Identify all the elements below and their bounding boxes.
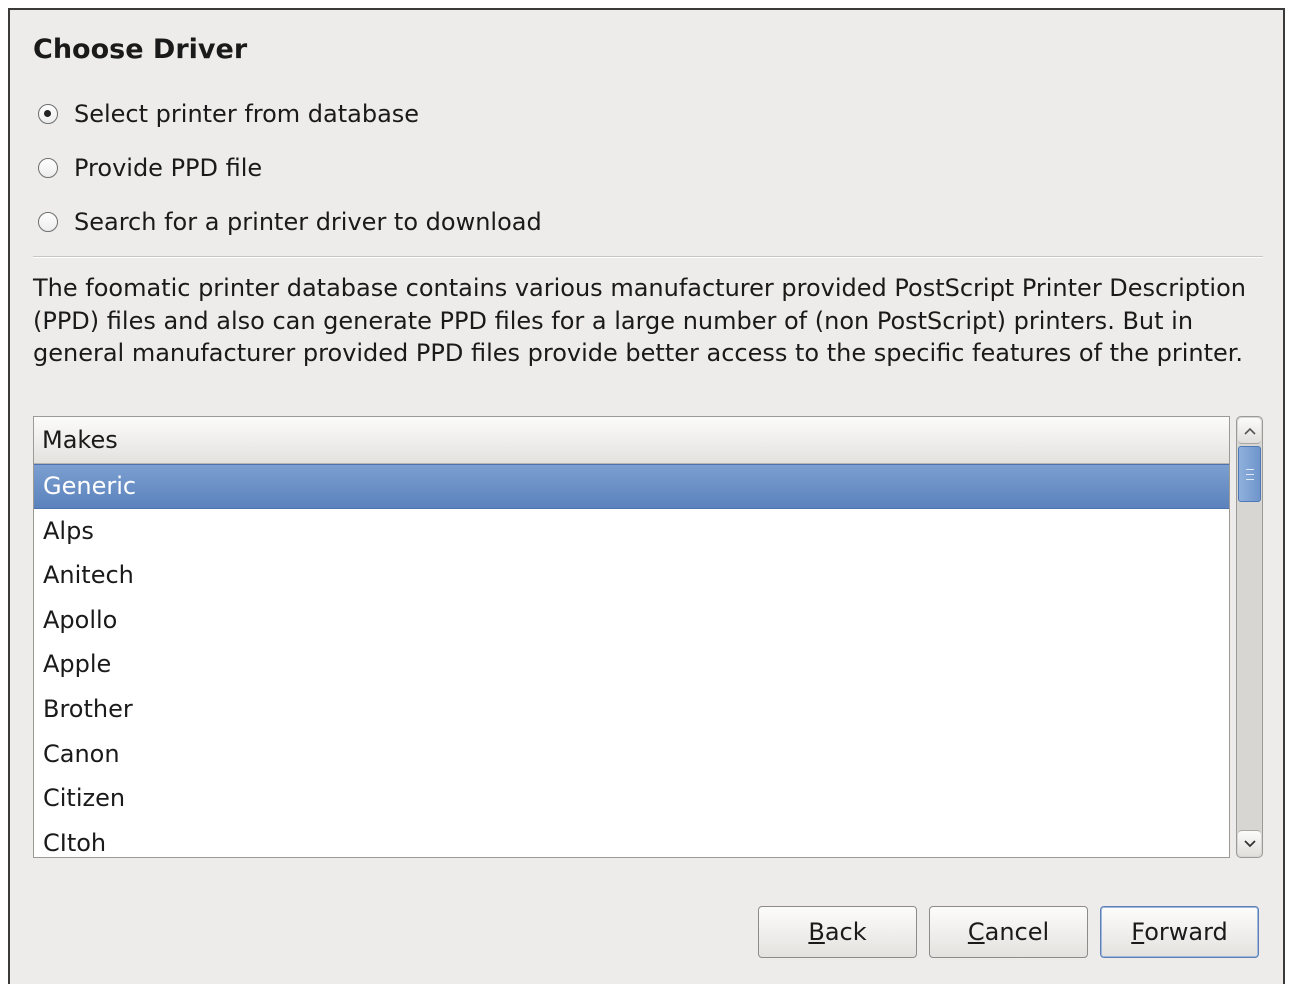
vertical-scrollbar[interactable] [1236, 416, 1263, 858]
grip-icon [1245, 468, 1254, 480]
radio-label: Provide PPD file [74, 154, 263, 182]
description-text: The foomatic printer database contains v… [33, 274, 1246, 367]
page-title: Choose Driver [33, 34, 248, 65]
list-item[interactable]: Apple [34, 642, 1229, 687]
makes-list-body: Generic Alps Anitech Apollo Apple Brothe… [34, 464, 1229, 857]
button-label: ack [824, 918, 867, 946]
makes-list[interactable]: Makes Generic Alps Anitech Apollo Apple … [33, 416, 1230, 858]
radio-button-checked[interactable] [38, 104, 58, 124]
mnemonic-letter: F [1131, 918, 1145, 946]
radio-provide-ppd-file[interactable]: Provide PPD file [38, 150, 262, 186]
scroll-up-button[interactable] [1238, 418, 1261, 444]
list-item[interactable]: Anitech [34, 553, 1229, 598]
back-button[interactable]: Back [758, 906, 917, 958]
separator [33, 256, 1263, 258]
button-label: ancel [984, 918, 1050, 946]
radio-button[interactable] [38, 158, 58, 178]
list-item[interactable]: CItoh [34, 821, 1229, 857]
scroll-thumb[interactable] [1238, 446, 1261, 502]
radio-label: Select printer from database [74, 100, 420, 128]
list-item[interactable]: Apollo [34, 598, 1229, 643]
list-item[interactable]: Canon [34, 732, 1229, 777]
radio-search-driver-download[interactable]: Search for a printer driver to download [38, 204, 542, 240]
list-item-selected[interactable]: Generic [34, 464, 1229, 509]
mnemonic-letter: B [808, 918, 825, 946]
radio-button[interactable] [38, 212, 58, 232]
button-label: orward [1144, 918, 1228, 946]
cancel-button[interactable]: Cancel [929, 906, 1088, 958]
forward-button[interactable]: Forward [1100, 906, 1259, 958]
chevron-up-icon [1243, 427, 1256, 435]
list-item[interactable]: Brother [34, 687, 1229, 732]
makes-column-header[interactable]: Makes [34, 417, 1229, 464]
list-item[interactable]: Alps [34, 509, 1229, 554]
choose-driver-dialog: Choose Driver Select printer from databa… [8, 8, 1285, 984]
radio-select-from-database[interactable]: Select printer from database [38, 96, 419, 132]
mnemonic-letter: C [967, 918, 985, 946]
radio-label: Search for a printer driver to download [74, 208, 542, 236]
chevron-down-icon [1243, 839, 1256, 847]
list-item[interactable]: Citizen [34, 776, 1229, 821]
scroll-down-button[interactable] [1238, 830, 1261, 856]
